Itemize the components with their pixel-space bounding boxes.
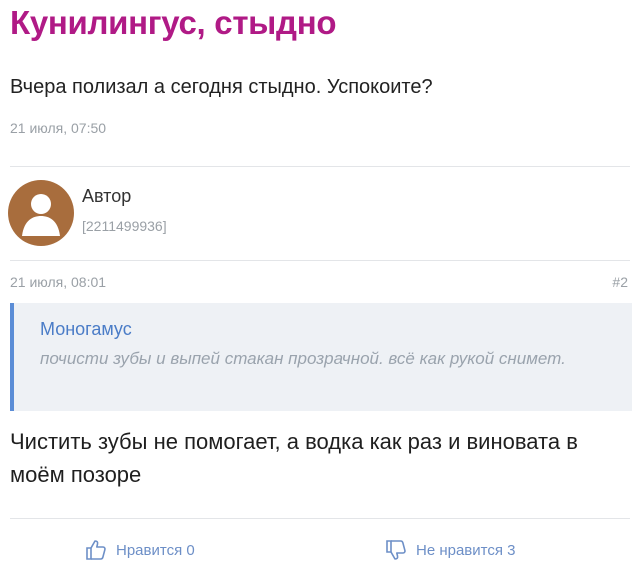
- dislike-label: Не нравится 3: [416, 541, 516, 559]
- quote-text: почисти зубы и выпей стакан прозрачной. …: [40, 349, 566, 368]
- thumbs-up-icon: [86, 540, 106, 560]
- divider: [10, 518, 630, 519]
- user-silhouette-icon: [22, 194, 60, 236]
- post-number[interactable]: #2: [612, 274, 628, 290]
- post-timestamp: 21 июля, 08:01: [10, 274, 107, 290]
- like-button[interactable]: Нравится 0: [84, 538, 195, 562]
- thumbs-down-icon: [386, 540, 406, 560]
- page-title: Кунилингус, стыдно: [10, 4, 337, 41]
- author-name[interactable]: Автор: [82, 186, 131, 207]
- quote-block: Моногамус почисти зубы и выпей стакан пр…: [10, 303, 632, 411]
- author-id: [2211499936]: [82, 218, 167, 234]
- quote-author[interactable]: Моногамус: [40, 319, 132, 340]
- divider: [10, 166, 630, 167]
- reply-text: Чистить зубы не помогает, а водка как ра…: [10, 429, 578, 487]
- divider: [10, 260, 630, 261]
- question-timestamp: 21 июля, 07:50: [10, 120, 107, 136]
- like-label: Нравится 0: [116, 541, 195, 559]
- dislike-button[interactable]: Не нравится 3: [384, 538, 516, 562]
- avatar[interactable]: [8, 180, 74, 246]
- question-text: Вчера полизал а сегодня стыдно. Успокоит…: [10, 76, 433, 98]
